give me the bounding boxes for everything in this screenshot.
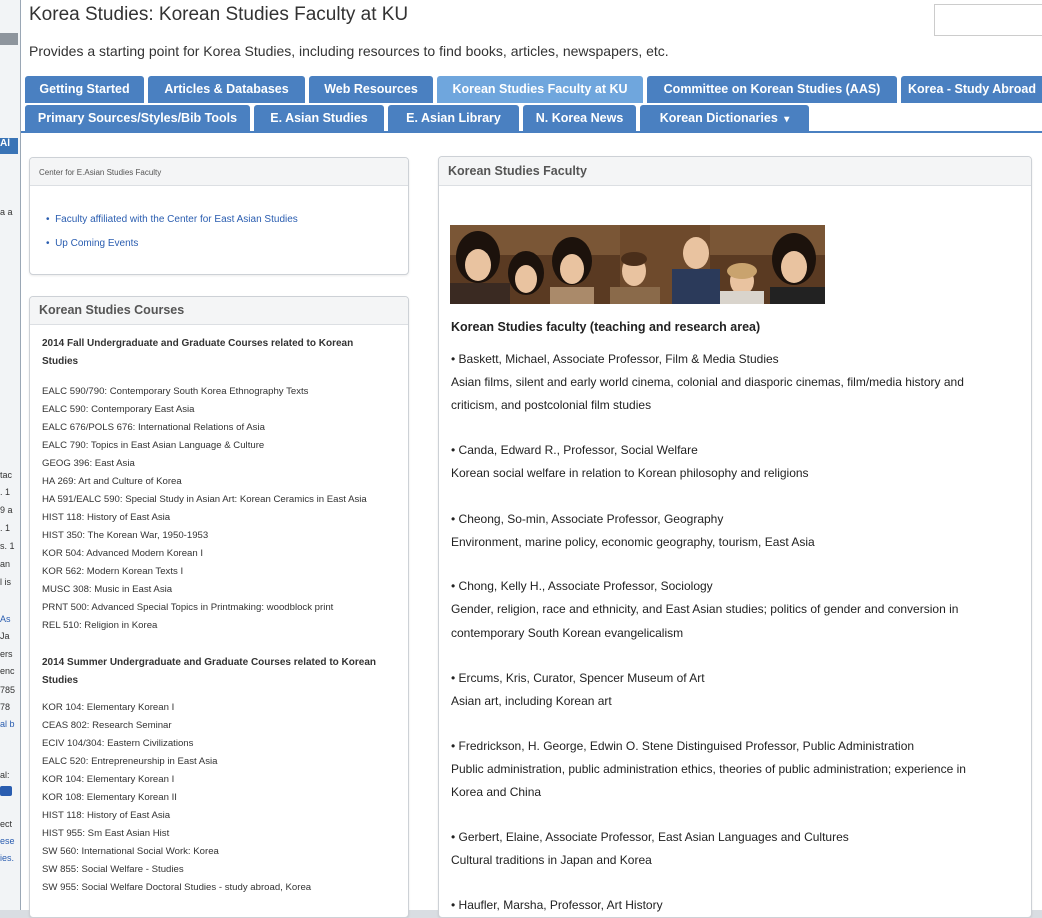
tab-label: Korean Dictionaries	[659, 111, 778, 125]
faculty-name: • Fredrickson, H. George, Edwin O. Stene…	[451, 739, 915, 753]
course-item: SW 560: International Social Work: Korea	[42, 846, 219, 857]
box-heading: Center for E.Asian Studies Faculty	[30, 158, 408, 186]
course-item: KOR 562: Modern Korean Texts I	[42, 566, 184, 577]
faculty-name: • Chong, Kelly H., Associate Professor, …	[451, 579, 713, 593]
faculty-area: Environment, marine policy, economic geo…	[451, 535, 815, 549]
faculty-area: Public administration, public administra…	[451, 762, 966, 776]
tab-web-resources[interactable]: Web Resources	[309, 76, 433, 103]
tab-articles-databases[interactable]: Articles & Databases	[148, 76, 305, 103]
course-item: KOR 104: Elementary Korean I	[42, 702, 175, 713]
background-text: a a	[0, 207, 13, 217]
background-text: ect	[0, 819, 13, 829]
course-item: EALC 590/790: Contemporary South Korea E…	[42, 386, 309, 397]
guide-page: Korea Studies: Korean Studies Faculty at…	[20, 0, 1042, 918]
course-item: HIST 118: History of East Asia	[42, 512, 171, 523]
link-upcoming-events[interactable]: • Up Coming Events	[46, 238, 138, 249]
course-item: EALC 790: Topics in East Asian Language …	[42, 440, 265, 451]
background-text: enc	[0, 666, 15, 676]
guide-tabs: Getting Started Articles & Databases Web…	[21, 76, 1042, 132]
background-toolbar-block	[0, 33, 18, 45]
course-item: HIST 118: History of East Asia	[42, 810, 171, 821]
background-text: 78	[0, 702, 11, 712]
course-item: KOR 108: Elementary Korean II	[42, 792, 177, 803]
course-item: REL 510: Religion in Korea	[42, 620, 158, 631]
course-item: ECIV 104/304: Eastern Civilizations	[42, 738, 194, 749]
background-link[interactable]: As	[0, 614, 11, 624]
faculty-area: Cultural traditions in Japan and Korea	[451, 853, 652, 867]
faculty-photo-illustration	[450, 225, 825, 304]
faculty-area: Gender, religion, race and ethnicity, an…	[451, 602, 959, 616]
background-text: tac	[0, 470, 13, 480]
faculty-name: • Canda, Edward R., Professor, Social We…	[451, 443, 698, 457]
background-button[interactable]	[0, 786, 12, 796]
tab-primary-sources[interactable]: Primary Sources/Styles/Bib Tools	[25, 105, 250, 132]
center-faculty-box: Center for E.Asian Studies Faculty • Fac…	[29, 157, 409, 275]
tab-divider	[21, 131, 1042, 133]
background-text: . 1	[0, 523, 11, 533]
page-title: Korea Studies: Korean Studies Faculty at…	[29, 4, 409, 25]
faculty-group-photo	[450, 225, 825, 304]
korean-studies-faculty-box: Korean Studies Faculty Korean Studies fa…	[438, 156, 1032, 918]
link-faculty-affiliated[interactable]: • Faculty affiliated with the Center for…	[46, 214, 298, 225]
background-text: an	[0, 559, 11, 569]
background-link[interactable]: ies.	[0, 853, 14, 863]
course-item: SW 955: Social Welfare Doctoral Studies …	[42, 882, 312, 893]
faculty-name: • Cheong, So-min, Associate Professor, G…	[451, 512, 724, 526]
tab-east-asian-library[interactable]: E. Asian Library	[388, 105, 519, 132]
course-item: HIST 955: Sm East Asian Hist	[42, 828, 170, 839]
background-text: . 1	[0, 487, 11, 497]
tab-getting-started[interactable]: Getting Started	[25, 76, 144, 103]
faculty-area: Korea and China	[451, 785, 542, 799]
background-link[interactable]: ese	[0, 836, 15, 846]
course-item: HA 591/EALC 590: Special Study in Asian …	[42, 494, 367, 505]
background-window: Al a a tac . 1 9 a . 1 s. 1 an l is As J…	[0, 0, 21, 910]
course-item: KOR 104: Elementary Korean I	[42, 774, 175, 785]
course-item: MUSC 308: Music in East Asia	[42, 584, 173, 595]
tab-korean-dictionaries[interactable]: Korean Dictionaries ▾	[640, 105, 809, 132]
course-item: HIST 350: The Korean War, 1950-1953	[42, 530, 209, 541]
box-heading: Korean Studies Courses	[30, 297, 408, 325]
faculty-name: • Gerbert, Elaine, Associate Professor, …	[451, 830, 849, 844]
page-description: Provides a starting point for Korea Stud…	[29, 43, 669, 59]
course-item: CEAS 802: Research Seminar	[42, 720, 172, 731]
box-heading: Korean Studies Faculty	[439, 157, 1031, 186]
korean-studies-courses-box: Korean Studies Courses 2014 Fall Undergr…	[29, 296, 409, 918]
background-tab[interactable]: Al	[0, 138, 18, 154]
background-text: s. 1	[0, 541, 15, 551]
faculty-area: criticism, and postcolonial film studies	[451, 398, 652, 412]
course-item: EALC 590: Contemporary East Asia	[42, 404, 195, 415]
background-text: 9 a	[0, 505, 13, 515]
tab-north-korea-news[interactable]: N. Korea News	[523, 105, 636, 132]
course-item: SW 855: Social Welfare - Studies	[42, 864, 184, 875]
course-item: KOR 504: Advanced Modern Korean I	[42, 548, 204, 559]
faculty-subtitle: Korean Studies faculty (teaching and res…	[451, 320, 761, 334]
background-text: al:	[0, 770, 10, 780]
tab-committee-korean-studies[interactable]: Committee on Korean Studies (AAS)	[647, 76, 897, 103]
course-item: PRNT 500: Advanced Special Topics in Pri…	[42, 602, 334, 613]
tab-korea-study-abroad[interactable]: Korea - Study Abroad	[901, 76, 1042, 103]
course-item: HA 269: Art and Culture of Korea	[42, 476, 182, 487]
faculty-area: contemporary South Korean evangelicalism	[451, 626, 684, 640]
caret-down-icon: ▾	[784, 114, 790, 125]
course-item: GEOG 396: East Asia	[42, 458, 135, 469]
fall-courses-heading: 2014 Fall Undergraduate and Graduate Cou…	[42, 338, 354, 367]
background-text: Ja	[0, 631, 10, 641]
course-item: EALC 520: Entrepreneurship in East Asia	[42, 756, 218, 767]
faculty-name: • Ercums, Kris, Curator, Spencer Museum …	[451, 671, 705, 685]
faculty-area: Korean social welfare in relation to Kor…	[451, 466, 809, 480]
course-item: EALC 676/POLS 676: International Relatio…	[42, 422, 265, 433]
tab-korean-studies-faculty[interactable]: Korean Studies Faculty at KU	[437, 76, 643, 103]
summer-courses-heading: 2014 Summer Undergraduate and Graduate C…	[42, 657, 376, 686]
background-link[interactable]: al b	[0, 719, 15, 729]
faculty-area: Asian films, silent and early world cine…	[451, 375, 964, 389]
background-text: 785	[0, 685, 16, 695]
search-input[interactable]	[934, 4, 1042, 36]
faculty-name: • Baskett, Michael, Associate Professor,…	[451, 352, 779, 366]
background-text: l is	[0, 577, 11, 587]
tab-east-asian-studies[interactable]: E. Asian Studies	[254, 105, 384, 132]
faculty-area: Asian art, including Korean art	[451, 694, 612, 708]
background-text: ers	[0, 649, 13, 659]
